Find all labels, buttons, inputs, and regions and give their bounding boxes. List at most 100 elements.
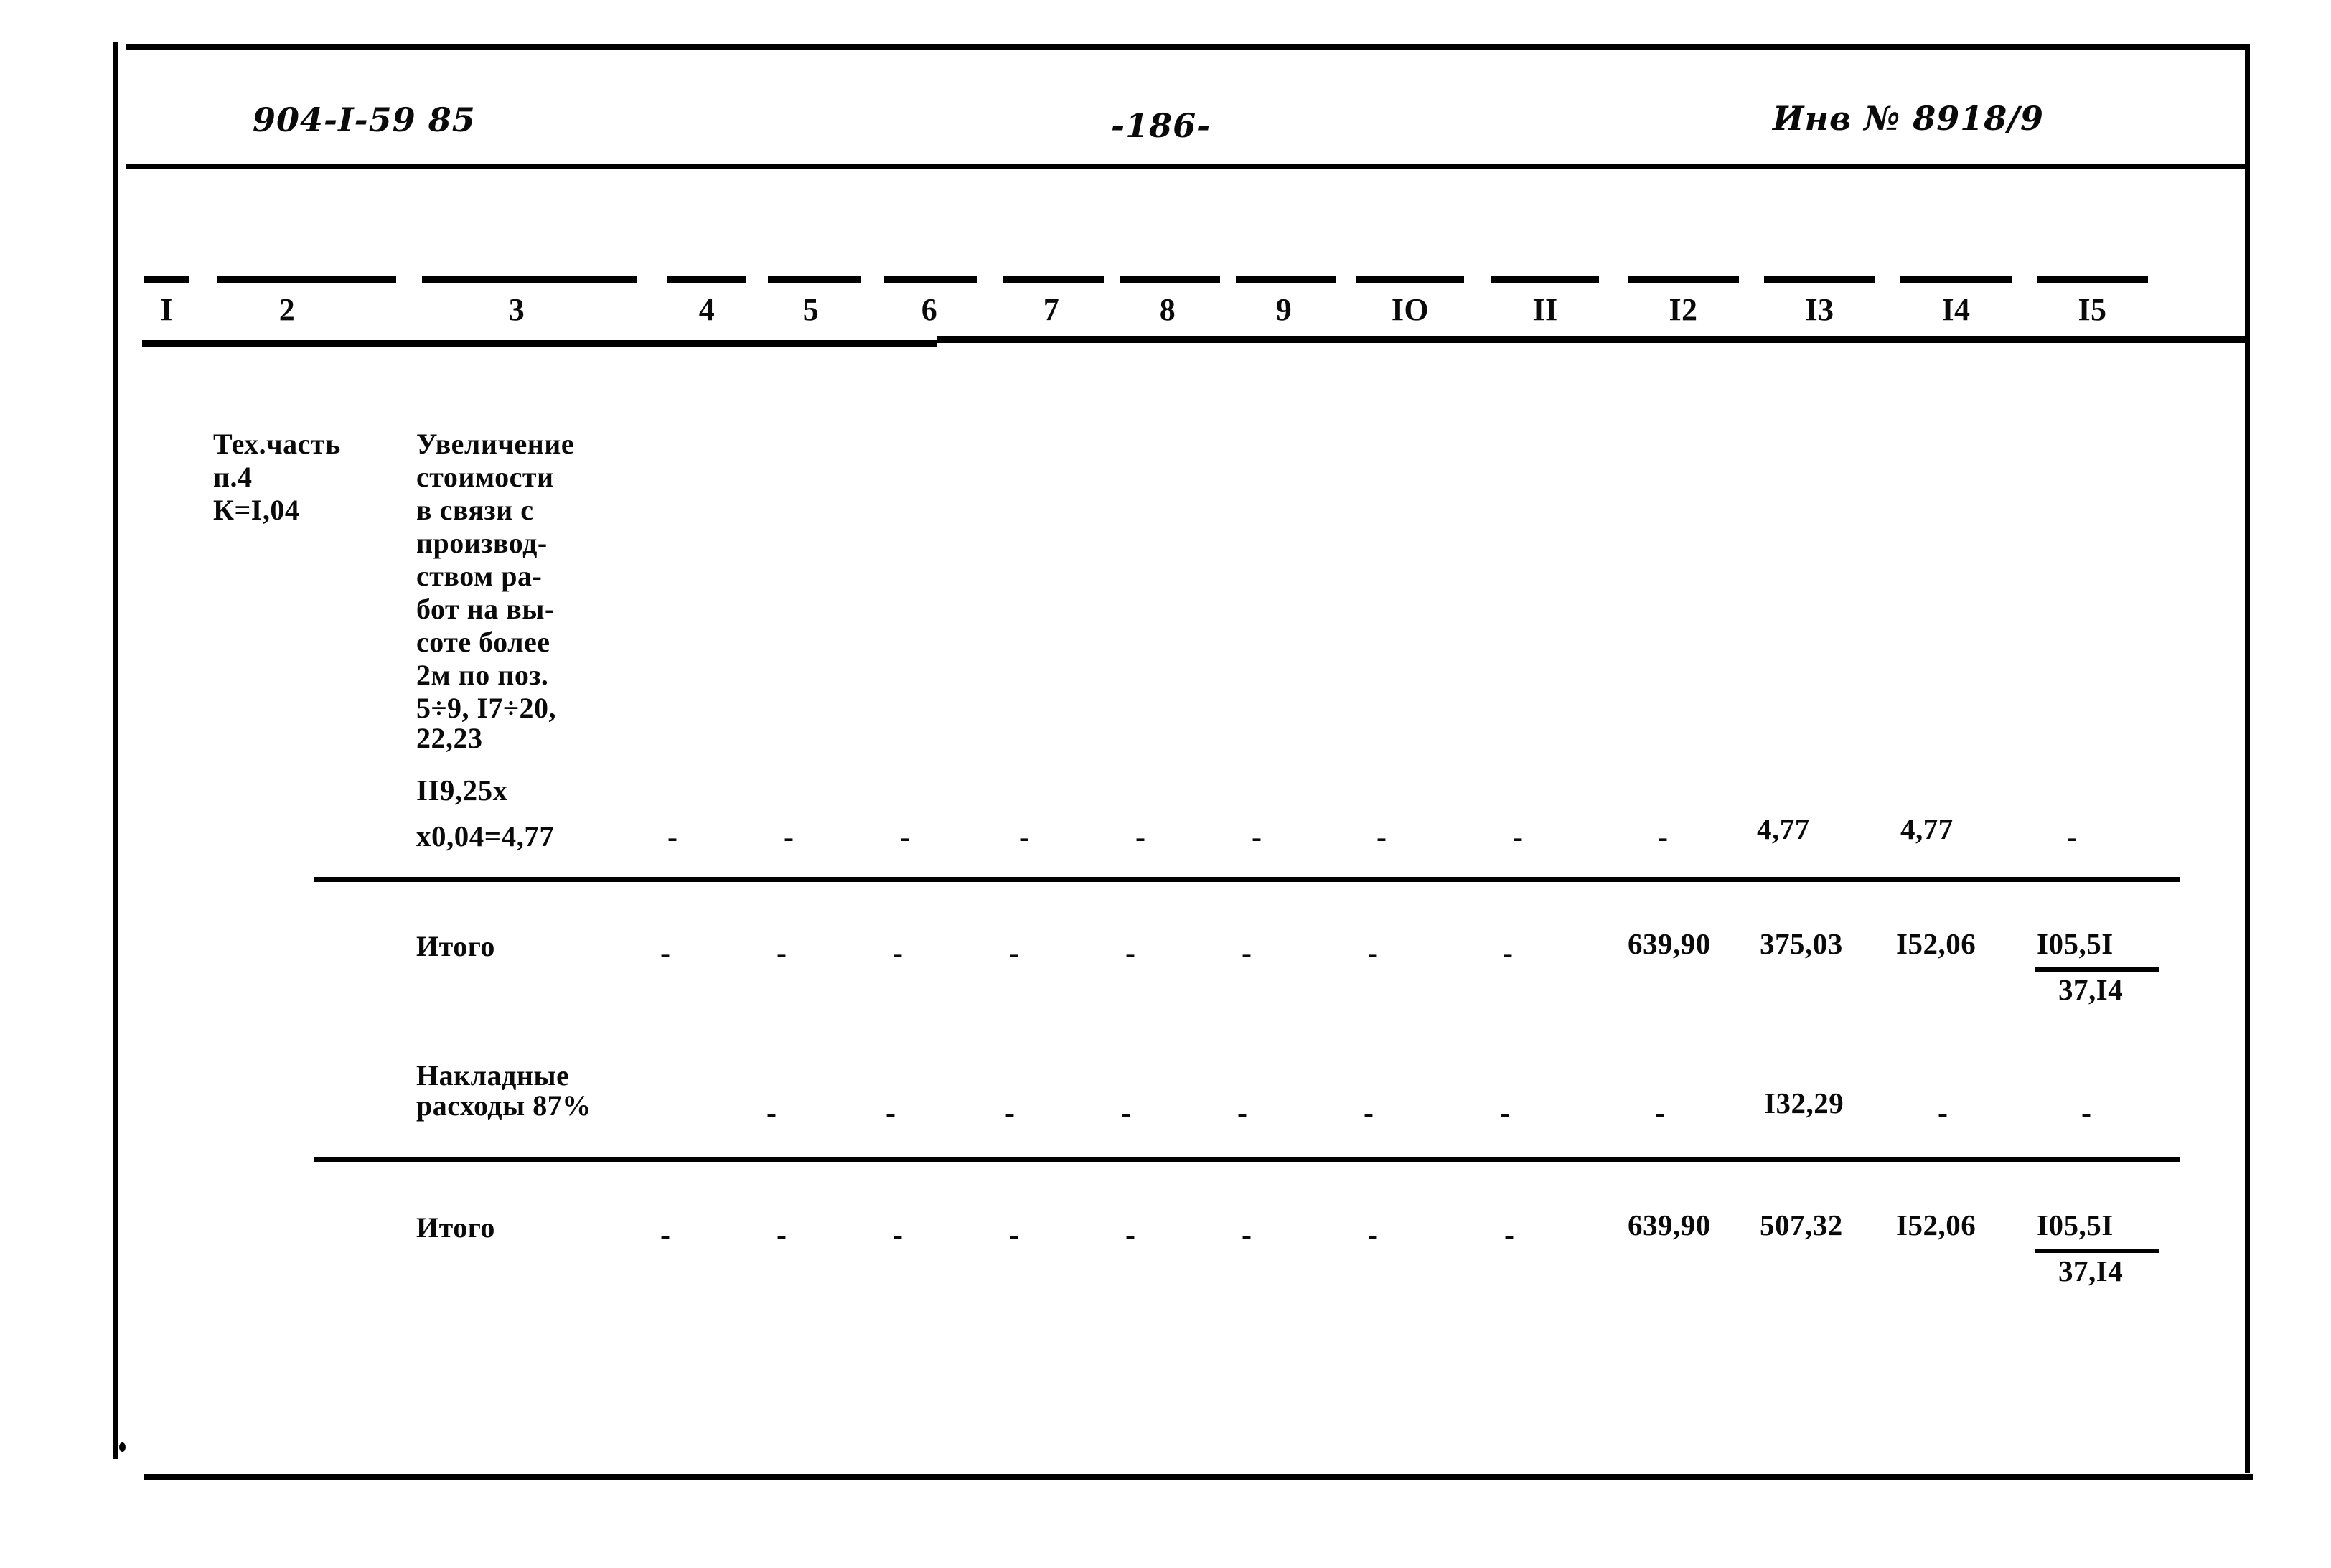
itogo1-col14-value: I52,06 (1896, 927, 1976, 960)
itogo1-col12-value: 639,90 (1628, 927, 1711, 960)
overhead-col7-value: - (1005, 1097, 1016, 1130)
itogo2-col9-value: - (1242, 1219, 1252, 1252)
column-header-10: IO (1391, 292, 1430, 327)
calc-line-2: х0,04=4,77 (416, 820, 555, 853)
description-line-7: соте более (416, 626, 550, 658)
column-header-1: I (160, 292, 173, 327)
row-separator-1 (314, 877, 2180, 882)
itogo1-col13-value: 375,03 (1760, 927, 1843, 960)
overhead-label-line-1: Накладные (416, 1059, 570, 1092)
itogo2-col15-numerator: I05,5I (2037, 1208, 2114, 1241)
itogo1-col15-fraction-rule (2035, 967, 2159, 972)
column-tick-10 (1356, 276, 1464, 283)
tech-part-line-1: Тех.часть (213, 428, 341, 460)
itogo1-col6-value: - (893, 937, 904, 970)
column-header-6: 6 (921, 292, 938, 327)
itogo2-col7-value: - (1009, 1219, 1020, 1252)
column-header-2: 2 (278, 292, 296, 327)
row1-col10-value: - (1376, 821, 1387, 854)
tech-part-line-3: К=I,04 (213, 494, 300, 526)
itogo1-col5-value: - (777, 937, 787, 970)
itogo2-col6-value: - (893, 1219, 904, 1252)
description-line-4: производ- (416, 527, 548, 559)
overhead-col9-value: - (1237, 1097, 1248, 1130)
page-number: -186- (1111, 106, 1211, 145)
column-tick-7 (1003, 276, 1104, 283)
overhead-col6-value: - (886, 1097, 896, 1130)
itogo2-col5-value: - (777, 1219, 787, 1252)
inventory-number: Инв № 8918/9 (1773, 99, 2045, 138)
description-line-5: ством ра- (416, 560, 543, 592)
row1-col9-value: - (1252, 821, 1262, 854)
column-header-4: 4 (698, 292, 716, 327)
overhead-label-line-2: расходы 87% (416, 1089, 591, 1122)
column-header-5: 5 (802, 292, 820, 327)
description-line-6: бот на вы- (416, 593, 555, 625)
itogo1-col10-value: - (1368, 937, 1379, 970)
column-header-12: I2 (1669, 292, 1698, 327)
overhead-col12-value: - (1655, 1097, 1666, 1130)
column-header-7: 7 (1043, 292, 1060, 327)
itogo1-col7-value: - (1009, 937, 1020, 970)
description-line-3: в связи с (416, 494, 534, 526)
itogo1-col15-numerator: I05,5I (2037, 927, 2114, 960)
column-header-3: 3 (508, 292, 525, 327)
column-tick-6 (884, 276, 977, 283)
column-header-9: 9 (1275, 292, 1293, 327)
header-underline-right (937, 336, 2248, 343)
itogo2-label: Итого (416, 1211, 495, 1244)
overhead-col13-value: I32,29 (1764, 1086, 1844, 1119)
column-header-11: II (1532, 292, 1558, 327)
itogo2-col13-value: 507,32 (1760, 1208, 1843, 1241)
overhead-col5-value: - (766, 1097, 777, 1130)
row1-col14-value: 4,77 (1900, 812, 1954, 845)
itogo2-col14-value: I52,06 (1896, 1208, 1976, 1241)
row1-col8-value: - (1135, 821, 1146, 854)
itogo2-col15-fraction-rule (2035, 1249, 2159, 1253)
column-header-15: I5 (2078, 292, 2107, 327)
row1-col13-value: 4,77 (1757, 812, 1810, 845)
column-tick-1 (144, 276, 189, 283)
column-tick-12 (1628, 276, 1739, 283)
row1-col7-value: - (1019, 821, 1030, 854)
row1-col4-value: - (667, 821, 678, 854)
column-header-8: 8 (1159, 292, 1176, 327)
overhead-col11-value: - (1500, 1097, 1511, 1130)
sheet-code: 904-I-59 85 (253, 100, 476, 139)
header-underline-left (142, 340, 937, 347)
description-line-8: 2м по поз. (416, 659, 549, 691)
column-tick-14 (1900, 276, 2012, 283)
column-tick-2 (217, 276, 396, 283)
column-tick-5 (768, 276, 861, 283)
itogo2-col4-value: - (660, 1219, 671, 1252)
itogo1-label: Итого (416, 930, 495, 962)
column-tick-15 (2037, 276, 2148, 283)
row1-col12-value: - (1658, 821, 1669, 854)
overhead-col15-value: - (2081, 1097, 2092, 1130)
frame-header-rule (126, 164, 2249, 169)
row-separator-2 (314, 1157, 2180, 1162)
overhead-col10-value: - (1364, 1097, 1374, 1130)
itogo1-col15-denominator: 37,I4 (2058, 973, 2124, 1006)
scanned-page: 904-I-59 85 -186- Инв № 8918/9 I 2 3 4 5… (0, 0, 2331, 1568)
column-tick-4 (667, 276, 746, 283)
row1-col15-value: - (2067, 821, 2078, 854)
column-tick-8 (1120, 276, 1220, 283)
frame-bottom-rule (144, 1474, 2253, 1480)
description-line-10: 22,23 (416, 722, 483, 754)
column-tick-9 (1236, 276, 1336, 283)
description-line-9: 5÷9, I7÷20, (416, 692, 556, 724)
itogo2-col8-value: - (1125, 1219, 1136, 1252)
scan-speck (119, 1442, 126, 1452)
calc-line-1: II9,25х (416, 774, 508, 807)
itogo1-col4-value: - (660, 937, 671, 970)
column-header-13: I3 (1805, 292, 1834, 327)
column-tick-11 (1491, 276, 1599, 283)
frame-right-border (2245, 44, 2250, 1473)
frame-top-rule (126, 44, 2249, 50)
column-header-14: I4 (1941, 292, 1971, 327)
itogo2-col11-value: - (1504, 1219, 1515, 1252)
itogo2-col15-denominator: 37,I4 (2058, 1254, 2124, 1287)
column-tick-3 (422, 276, 637, 283)
description-line-1: Увеличение (416, 428, 575, 460)
